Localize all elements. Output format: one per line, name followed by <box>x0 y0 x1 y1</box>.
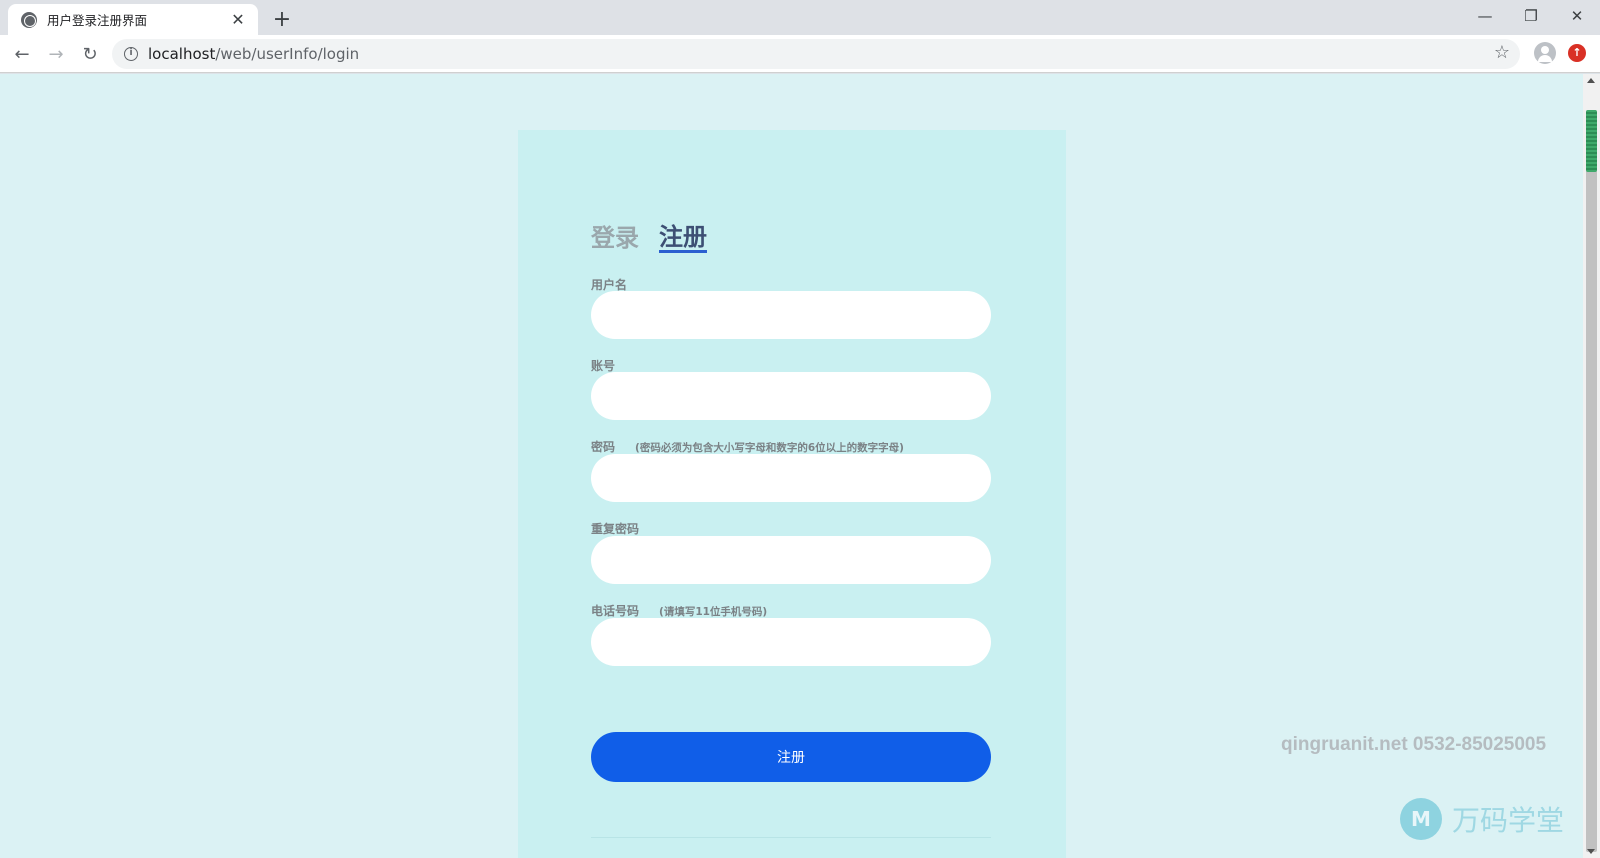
phone-label: 电话号码 (请填写11位手机号码) <box>591 602 767 619</box>
browser-toolbar: ← → ↻ i localhost/web/userInfo/login ☆ ↑ <box>0 35 1600 73</box>
tab-register[interactable]: 注册 <box>659 223 707 253</box>
scrollbar-thumb-grip[interactable] <box>1586 110 1597 172</box>
url-text[interactable]: localhost/web/userInfo/login <box>148 45 359 63</box>
update-icon[interactable]: ↑ <box>1568 44 1586 62</box>
form-tabs: 登录 注册 <box>591 218 707 253</box>
url-path: /web/userInfo/login <box>215 45 360 63</box>
password-label: 密码 (密码必须为包含大小写字母和数字的6位以上的数字字母) <box>591 438 904 455</box>
username-label-text: 用户名 <box>591 278 628 292</box>
profile-avatar-icon[interactable] <box>1534 42 1556 64</box>
tab-title: 用户登录注册界面 <box>47 13 148 28</box>
tab-strip: 用户登录注册界面 ✕ + — ❐ ✕ <box>0 0 1600 35</box>
back-button[interactable]: ← <box>8 40 36 68</box>
register-card: 登录 注册 用户名 账号 密码 (密码必须为包含大小写字母和数字的6位以上的数字字… <box>518 130 1066 858</box>
username-input[interactable] <box>591 291 991 339</box>
divider <box>591 837 991 838</box>
account-label-text: 账号 <box>591 359 616 373</box>
tab-login[interactable]: 登录 <box>591 218 639 253</box>
confirm-password-label-text: 重复密码 <box>591 522 640 536</box>
info-icon[interactable]: i <box>124 47 138 61</box>
forward-button[interactable]: → <box>42 40 70 68</box>
watermark-brand: 万码学堂 <box>1452 804 1565 837</box>
phone-hint: (请填写11位手机号码) <box>659 606 768 618</box>
url-host: localhost <box>148 45 216 63</box>
browser-tab[interactable]: 用户登录注册界面 ✕ <box>8 4 258 35</box>
phone-label-text: 电话号码 <box>591 604 640 618</box>
tab-close-icon[interactable]: ✕ <box>228 9 248 29</box>
password-hint: (密码必须为包含大小写字母和数字的6位以上的数字字母) <box>635 442 904 454</box>
account-input[interactable] <box>591 372 991 420</box>
scroll-up-arrow-icon[interactable] <box>1587 78 1595 83</box>
watermark-contact: qingruanit.net 0532-85025005 <box>1281 734 1547 755</box>
bookmark-star-icon[interactable]: ☆ <box>1494 42 1510 63</box>
window-close-button[interactable]: ✕ <box>1554 0 1600 32</box>
scrollbar-thumb[interactable] <box>1586 110 1597 852</box>
password-label-text: 密码 <box>591 440 616 454</box>
reload-button[interactable]: ↻ <box>76 40 104 68</box>
password-input[interactable] <box>591 454 991 502</box>
page-scrollbar[interactable] <box>1583 74 1600 858</box>
phone-input[interactable] <box>591 618 991 666</box>
address-bar[interactable]: i localhost/web/userInfo/login ☆ <box>112 39 1520 69</box>
restore-button[interactable]: ❐ <box>1508 0 1554 32</box>
page-viewport: 登录 注册 用户名 账号 密码 (密码必须为包含大小写字母和数字的6位以上的数字字… <box>0 74 1583 858</box>
watermark-logo: M 万码学堂 <box>1400 798 1564 840</box>
new-tab-button[interactable]: + <box>268 5 296 33</box>
confirm-password-input[interactable] <box>591 536 991 584</box>
confirm-password-label: 重复密码 <box>591 520 639 537</box>
minimize-button[interactable]: — <box>1462 0 1508 32</box>
register-submit-button[interactable]: 注册 <box>591 732 991 782</box>
brand-logo-icon: M <box>1400 798 1442 840</box>
scroll-down-arrow-icon[interactable] <box>1587 849 1595 854</box>
globe-icon <box>21 11 37 28</box>
